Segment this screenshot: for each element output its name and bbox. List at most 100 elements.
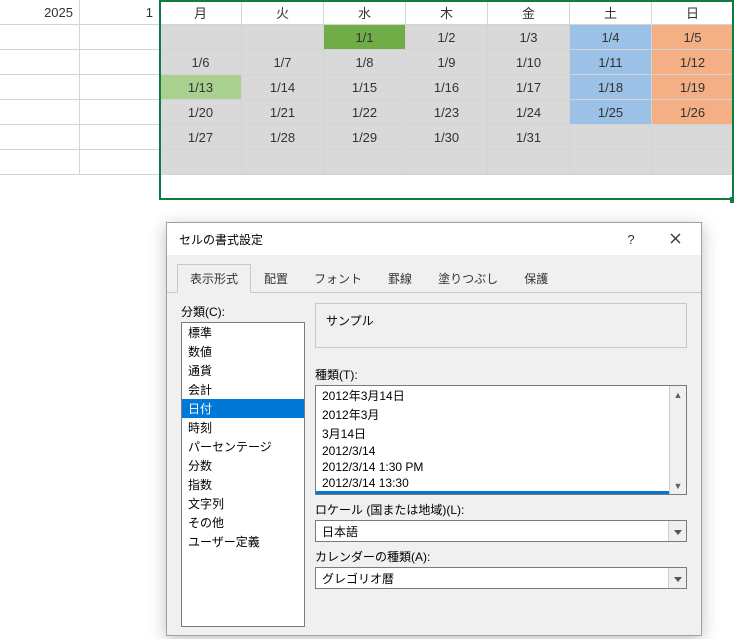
calendar-cell[interactable]: 1/6 — [160, 50, 242, 75]
day-header-mon[interactable]: 月 — [160, 0, 242, 25]
calendar-cell[interactable] — [242, 25, 324, 50]
calendar-cell[interactable] — [488, 150, 570, 175]
category-option[interactable]: 分数 — [182, 456, 304, 475]
category-option[interactable]: 会計 — [182, 380, 304, 399]
category-option[interactable]: 標準 — [182, 323, 304, 342]
calendar-cell[interactable]: 1/17 — [488, 75, 570, 100]
calendar-cell[interactable]: 1/7 — [242, 50, 324, 75]
blank-cell[interactable] — [80, 75, 160, 100]
category-option[interactable]: その他 — [182, 513, 304, 532]
calendar-cell[interactable] — [570, 150, 652, 175]
calendar-cell[interactable] — [570, 125, 652, 150]
calendar-cell[interactable]: 1/3 — [488, 25, 570, 50]
blank-cell[interactable] — [0, 50, 80, 75]
calendar-cell[interactable]: 1/5 — [652, 25, 734, 50]
calendar-cell[interactable] — [242, 150, 324, 175]
calendar-type-combobox[interactable]: グレゴリオ暦 — [315, 567, 687, 589]
month-cell[interactable]: 1 — [80, 0, 160, 25]
type-option[interactable]: 3/14 — [316, 491, 686, 495]
blank-cell[interactable] — [80, 50, 160, 75]
day-header-fri[interactable]: 金 — [488, 0, 570, 25]
calendar-cell[interactable]: 1/13 — [160, 75, 242, 100]
calendar-cell[interactable]: 1/25 — [570, 100, 652, 125]
calendar-cell[interactable]: 1/31 — [488, 125, 570, 150]
calendar-cell[interactable]: 1/24 — [488, 100, 570, 125]
calendar-cell[interactable]: 1/23 — [406, 100, 488, 125]
calendar-cell[interactable]: 1/4 — [570, 25, 652, 50]
day-header-tue[interactable]: 火 — [242, 0, 324, 25]
calendar-cell[interactable] — [652, 150, 734, 175]
type-option[interactable]: 2012/3/14 13:30 — [316, 475, 686, 491]
tab-fill[interactable]: 塗りつぶし — [425, 264, 511, 293]
category-option[interactable]: 時刻 — [182, 418, 304, 437]
blank-cell[interactable] — [80, 100, 160, 125]
help-button[interactable]: ? — [609, 224, 653, 254]
blank-cell[interactable] — [80, 150, 160, 175]
tab-number-format[interactable]: 表示形式 — [177, 264, 251, 293]
type-option[interactable]: 2012年3月 — [316, 405, 686, 424]
tab-font[interactable]: フォント — [301, 264, 375, 293]
calendar-cell[interactable] — [406, 150, 488, 175]
scroll-down-button[interactable]: ▼ — [670, 477, 686, 494]
calendar-cell[interactable]: 1/22 — [324, 100, 406, 125]
blank-cell[interactable] — [0, 100, 80, 125]
locale-combobox[interactable]: 日本語 — [315, 520, 687, 542]
blank-cell[interactable] — [80, 125, 160, 150]
type-listbox[interactable]: 2012年3月14日2012年3月3月14日2012/3/142012/3/14… — [315, 385, 687, 495]
calendar-cell[interactable]: 1/26 — [652, 100, 734, 125]
blank-cell[interactable] — [0, 25, 80, 50]
calendar-cell[interactable] — [324, 150, 406, 175]
category-option[interactable]: パーセンテージ — [182, 437, 304, 456]
calendar-cell[interactable]: 1/29 — [324, 125, 406, 150]
calendar-cell[interactable]: 1/21 — [242, 100, 324, 125]
calendar-cell[interactable]: 1/10 — [488, 50, 570, 75]
category-option[interactable]: 数値 — [182, 342, 304, 361]
type-option[interactable]: 2012年3月14日 — [316, 386, 686, 405]
scroll-up-button[interactable]: ▲ — [670, 386, 686, 403]
calendar-cell[interactable]: 1/20 — [160, 100, 242, 125]
category-option[interactable]: 通貨 — [182, 361, 304, 380]
category-option[interactable]: 日付 — [182, 399, 304, 418]
type-option[interactable]: 3月14日 — [316, 424, 686, 443]
close-button[interactable] — [653, 224, 697, 254]
calendar-cell[interactable]: 1/28 — [242, 125, 324, 150]
day-header-thu[interactable]: 木 — [406, 0, 488, 25]
calendar-cell[interactable]: 1/27 — [160, 125, 242, 150]
year-cell[interactable]: 2025 — [0, 0, 80, 25]
blank-cell[interactable] — [0, 125, 80, 150]
calendar-cell[interactable]: 1/16 — [406, 75, 488, 100]
blank-cell[interactable] — [80, 25, 160, 50]
calendar-cell[interactable]: 1/8 — [324, 50, 406, 75]
calendar-cell[interactable] — [160, 150, 242, 175]
blank-cell[interactable] — [0, 150, 80, 175]
scroll-track[interactable] — [670, 403, 686, 477]
tab-border[interactable]: 罫線 — [375, 264, 425, 293]
category-option[interactable]: 指数 — [182, 475, 304, 494]
calendar-cell[interactable]: 1/9 — [406, 50, 488, 75]
calendar-cell[interactable] — [160, 25, 242, 50]
type-option[interactable]: 2012/3/14 1:30 PM — [316, 459, 686, 475]
calendar-cell[interactable]: 1/1 — [324, 25, 406, 50]
calendar-cell[interactable]: 1/15 — [324, 75, 406, 100]
calendar-dropdown-button[interactable] — [668, 568, 686, 588]
calendar-cell[interactable]: 1/12 — [652, 50, 734, 75]
blank-cell[interactable] — [0, 75, 80, 100]
day-header-wed[interactable]: 水 — [324, 0, 406, 25]
day-header-sun[interactable]: 日 — [652, 0, 734, 25]
calendar-cell[interactable]: 1/11 — [570, 50, 652, 75]
calendar-cell[interactable]: 1/19 — [652, 75, 734, 100]
calendar-cell[interactable] — [652, 125, 734, 150]
calendar-cell[interactable]: 1/14 — [242, 75, 324, 100]
category-option[interactable]: 文字列 — [182, 494, 304, 513]
locale-dropdown-button[interactable] — [668, 521, 686, 541]
calendar-cell[interactable]: 1/2 — [406, 25, 488, 50]
day-header-sat[interactable]: 土 — [570, 0, 652, 25]
type-option[interactable]: 2012/3/14 — [316, 443, 686, 459]
calendar-cell[interactable]: 1/30 — [406, 125, 488, 150]
tab-alignment[interactable]: 配置 — [251, 264, 301, 293]
tab-protection[interactable]: 保護 — [511, 264, 561, 293]
category-option[interactable]: ユーザー定義 — [182, 532, 304, 551]
type-scrollbar[interactable]: ▲ ▼ — [669, 386, 686, 494]
calendar-cell[interactable]: 1/18 — [570, 75, 652, 100]
category-listbox[interactable]: 標準数値通貨会計日付時刻パーセンテージ分数指数文字列その他ユーザー定義 — [181, 322, 305, 627]
